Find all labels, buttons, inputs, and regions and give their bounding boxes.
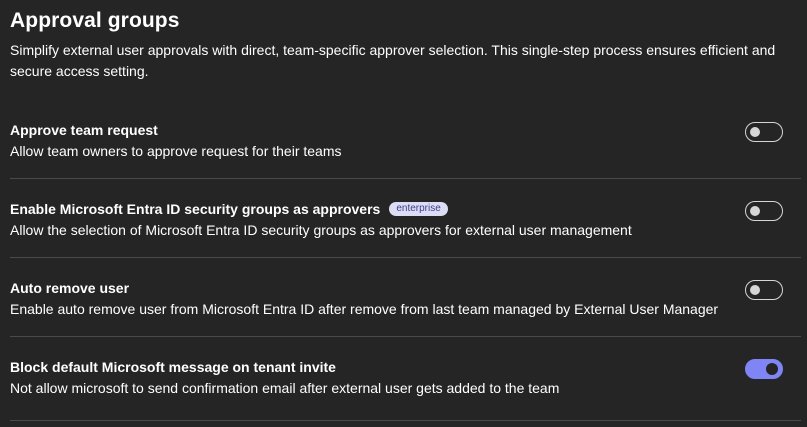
toggle-knob xyxy=(766,363,778,375)
entra-security-groups-toggle[interactable] xyxy=(745,201,783,221)
setting-title-line: Auto remove user xyxy=(10,280,129,296)
setting-title: Auto remove user xyxy=(10,280,130,296)
approve-team-request-toggle[interactable] xyxy=(745,122,783,142)
setting-row-block-default-message: Block default Microsoft message on tenan… xyxy=(10,337,801,421)
setting-title: Approve team request xyxy=(10,122,158,138)
setting-title-line: Block default Microsoft message on tenan… xyxy=(10,359,336,375)
toggle-knob xyxy=(750,206,760,216)
toggle-knob xyxy=(750,285,760,295)
block-default-message-toggle[interactable] xyxy=(745,359,783,379)
setting-title-line: Enable Microsoft Entra ID security group… xyxy=(10,201,448,217)
setting-row-approve-team-request: Approve team request Allow team owners t… xyxy=(10,100,801,179)
setting-row-auto-remove-user: Auto remove user Enable auto remove user… xyxy=(10,258,801,337)
setting-title: Block default Microsoft message on tenan… xyxy=(10,359,336,375)
approval-groups-page: Approval groups Simplify external user a… xyxy=(0,0,807,427)
setting-title-line: Approve team request xyxy=(10,122,158,138)
setting-title: Enable Microsoft Entra ID security group… xyxy=(10,201,381,217)
setting-row-entra-security-groups: Enable Microsoft Entra ID security group… xyxy=(10,179,801,258)
auto-remove-user-toggle[interactable] xyxy=(745,280,783,300)
setting-description: Allow the selection of Microsoft Entra I… xyxy=(10,222,632,238)
setting-description: Enable auto remove user from Microsoft E… xyxy=(10,301,719,317)
enterprise-badge: enterprise xyxy=(389,202,448,216)
page-description: Simplify external user approvals with di… xyxy=(10,42,776,79)
divider xyxy=(10,420,801,421)
toggle-knob xyxy=(750,127,760,137)
setting-description: Not allow microsoft to send confirmation… xyxy=(10,380,560,396)
setting-description: Allow team owners to approve request for… xyxy=(10,143,342,159)
page-title: Approval groups xyxy=(10,9,180,32)
